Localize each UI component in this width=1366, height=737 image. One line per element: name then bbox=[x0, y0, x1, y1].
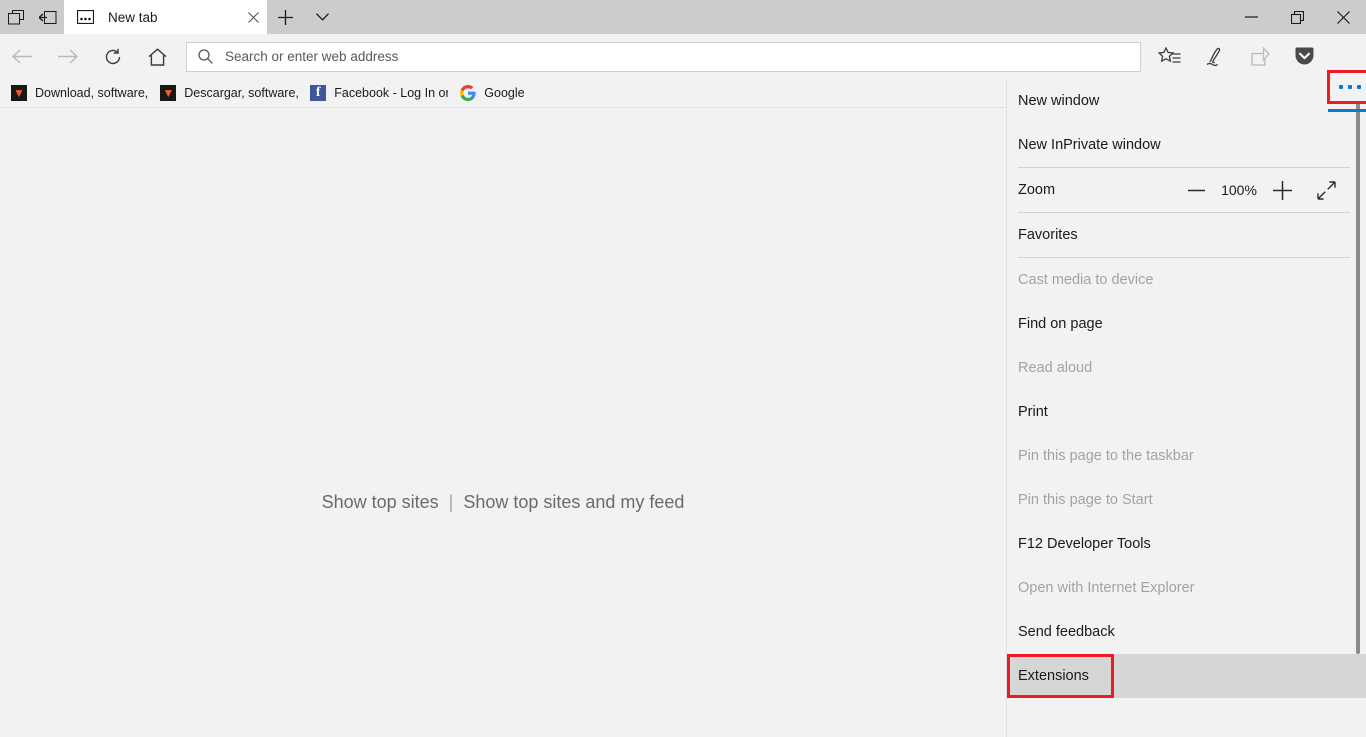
softonic-favicon: ▼ bbox=[11, 85, 27, 101]
settings-and-more-menu: New window New InPrivate window Zoom 100… bbox=[1006, 79, 1366, 737]
menu-item-label: Extensions bbox=[1018, 668, 1089, 684]
favorite-label: Descargar, software, bbox=[184, 86, 299, 100]
favorite-item-download-software[interactable]: ▼ Download, software, bbox=[7, 82, 156, 105]
menu-item-label: Zoom bbox=[1018, 182, 1056, 198]
menu-item-label: Read aloud bbox=[1018, 360, 1093, 376]
menu-item-f12-developer-tools[interactable]: F12 Developer Tools bbox=[1007, 522, 1366, 566]
menu-item-label: Find on page bbox=[1018, 316, 1103, 332]
tabs-you-set-aside-icon[interactable] bbox=[32, 0, 64, 34]
edge-browser-window: New tab Search or enter web address ▼ Do… bbox=[0, 0, 1366, 737]
tab-new-tab[interactable]: New tab bbox=[64, 0, 267, 34]
menu-item-find-on-page[interactable]: Find on page bbox=[1007, 302, 1366, 346]
browser-toolbar: Search or enter web address bbox=[0, 34, 1366, 112]
facebook-favicon: f bbox=[310, 85, 327, 101]
menu-item-new-inprivate-window[interactable]: New InPrivate window bbox=[1007, 123, 1366, 167]
menu-item-read-aloud: Read aloud bbox=[1007, 346, 1366, 390]
fullscreen-icon[interactable] bbox=[1304, 170, 1348, 210]
menu-item-label: Cast media to device bbox=[1018, 272, 1154, 288]
menu-item-pin-start: Pin this page to Start bbox=[1007, 478, 1366, 522]
page-content-area: Show top sites | Show top sites and my f… bbox=[0, 108, 1006, 737]
favorite-label: Facebook - Log In or bbox=[334, 86, 449, 100]
menu-item-favorites[interactable]: Favorites bbox=[1007, 213, 1366, 257]
refresh-icon[interactable] bbox=[90, 37, 135, 77]
menu-item-pin-taskbar: Pin this page to the taskbar bbox=[1007, 434, 1366, 478]
restore-icon[interactable] bbox=[1274, 0, 1320, 34]
menu-scrollbar-thumb[interactable] bbox=[1356, 88, 1360, 654]
menu-item-label: Open with Internet Explorer bbox=[1018, 580, 1195, 596]
menu-item-label: New InPrivate window bbox=[1018, 137, 1161, 153]
share-icon[interactable] bbox=[1237, 37, 1282, 77]
menu-item-label: F12 Developer Tools bbox=[1018, 536, 1151, 552]
menu-item-open-with-ie: Open with Internet Explorer bbox=[1007, 566, 1366, 610]
back-arrow-icon[interactable] bbox=[0, 37, 45, 77]
menu-item-extensions[interactable]: Extensions bbox=[1007, 654, 1366, 698]
settings-button-active-indicator bbox=[1328, 109, 1366, 112]
favorite-item-facebook[interactable]: f Facebook - Log In or bbox=[306, 82, 456, 105]
minus-icon[interactable] bbox=[1174, 170, 1218, 210]
window-controls bbox=[1228, 0, 1366, 34]
link-show-top-sites[interactable]: Show top sites bbox=[322, 492, 439, 513]
menu-item-cast-media: Cast media to device bbox=[1007, 258, 1366, 302]
pocket-icon[interactable] bbox=[1282, 37, 1327, 77]
menu-item-send-feedback[interactable]: Send feedback bbox=[1007, 610, 1366, 654]
google-favicon bbox=[460, 84, 476, 102]
menu-item-label: Pin this page to Start bbox=[1018, 492, 1153, 508]
settings-button-highlight-box bbox=[1327, 70, 1366, 104]
make-a-web-note-icon[interactable] bbox=[1192, 37, 1237, 77]
settings-menu-list: New window New InPrivate window Zoom 100… bbox=[1007, 79, 1366, 698]
new-tab-button[interactable] bbox=[267, 0, 304, 34]
address-bar-placeholder: Search or enter web address bbox=[225, 49, 399, 64]
new-tab-page-links: Show top sites | Show top sites and my f… bbox=[322, 492, 685, 513]
link-show-top-sites-and-my-feed[interactable]: Show top sites and my feed bbox=[463, 492, 684, 513]
close-icon[interactable] bbox=[1320, 0, 1366, 34]
menu-item-label: Pin this page to the taskbar bbox=[1018, 448, 1194, 464]
plus-icon[interactable] bbox=[1260, 170, 1304, 210]
title-bar: New tab bbox=[0, 0, 1366, 34]
menu-item-label: New window bbox=[1018, 93, 1100, 109]
menu-item-label: Favorites bbox=[1018, 227, 1078, 243]
tab-title: New tab bbox=[108, 9, 158, 25]
menu-item-zoom: Zoom 100% bbox=[1007, 168, 1366, 212]
favorites-hub-icon[interactable] bbox=[1147, 37, 1192, 77]
settings-and-more-button[interactable] bbox=[1327, 34, 1366, 112]
zoom-controls: 100% bbox=[1174, 170, 1348, 210]
favorite-label: Google bbox=[484, 86, 525, 100]
set-tabs-aside-icon[interactable] bbox=[0, 0, 32, 34]
ellipsis-icon bbox=[1338, 85, 1361, 89]
favorite-item-google[interactable]: Google bbox=[456, 82, 532, 105]
home-icon[interactable] bbox=[135, 37, 180, 77]
favorite-label: Download, software, bbox=[35, 86, 149, 100]
favorite-item-descargar-software[interactable]: ▼ Descargar, software, bbox=[156, 82, 306, 105]
close-icon[interactable] bbox=[239, 0, 267, 34]
tab-strip: New tab bbox=[64, 0, 1228, 34]
link-separator: | bbox=[448, 492, 454, 512]
zoom-level-value: 100% bbox=[1221, 182, 1257, 198]
menu-item-print[interactable]: Print bbox=[1007, 390, 1366, 434]
new-tab-icon bbox=[76, 9, 95, 25]
menu-item-label: Send feedback bbox=[1018, 624, 1115, 640]
softonic-favicon: ▼ bbox=[160, 85, 177, 101]
menu-item-new-window[interactable]: New window bbox=[1007, 79, 1366, 123]
forward-arrow-icon[interactable] bbox=[45, 37, 90, 77]
chevron-down-icon[interactable] bbox=[304, 0, 341, 34]
menu-scrollbar-track[interactable] bbox=[1350, 79, 1366, 737]
minimize-icon[interactable] bbox=[1228, 0, 1274, 34]
menu-item-label: Print bbox=[1018, 404, 1048, 420]
search-icon bbox=[198, 49, 213, 64]
address-bar[interactable]: Search or enter web address bbox=[186, 41, 1141, 72]
toolbar-right-buttons bbox=[1147, 34, 1366, 112]
